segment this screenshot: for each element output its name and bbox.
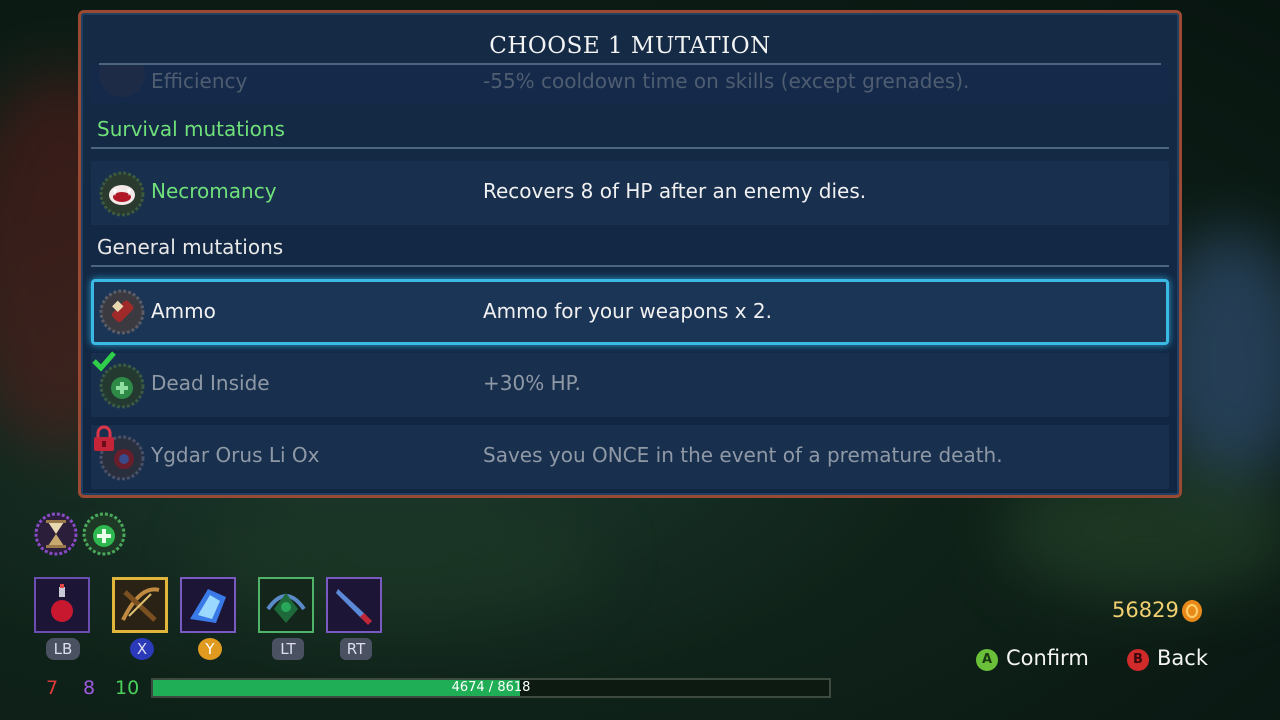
button-tag-x: X: [130, 638, 154, 660]
crossbow-icon: [121, 587, 160, 622]
stat-brutality: 7: [46, 677, 59, 699]
lock-icon: [91, 425, 117, 453]
confirm-prompt[interactable]: A Confirm: [976, 646, 1089, 671]
confirm-label: Confirm: [1006, 646, 1089, 670]
gold-counter: 56829: [1112, 598, 1179, 622]
b-button-icon: B: [1127, 649, 1149, 671]
button-tag-lb: LB: [46, 638, 80, 660]
stat-tactics: 8: [83, 677, 96, 699]
hourglass-icon: [34, 512, 78, 556]
slot-tree-guardian[interactable]: [258, 577, 314, 633]
mutation-desc: +30% HP.: [483, 371, 581, 395]
slot-health-flask[interactable]: [34, 577, 90, 633]
mutation-panel: CHOOSE 1 MUTATION Efficiency -55% cooldo…: [78, 10, 1182, 498]
section-heading-general: General mutations: [97, 235, 284, 259]
slot-ice-shard[interactable]: [180, 577, 236, 633]
mutation-name: Necromancy: [151, 179, 277, 203]
slot-knife[interactable]: [326, 577, 382, 633]
section-heading-survival: Survival mutations: [97, 117, 285, 141]
panel-title: CHOOSE 1 MUTATION: [489, 33, 771, 59]
button-tag-lt: LT: [272, 638, 304, 660]
mutation-row-partial[interactable]: Efficiency -55% cooldown time on skills …: [91, 65, 1169, 103]
health-text: 4674 / 8618: [451, 680, 531, 695]
mutation-row-ammo[interactable]: Ammo Ammo for your weapons x 2.: [91, 279, 1169, 345]
mutation-row-ygdar-orus-li-ox[interactable]: Ygdar Orus Li Ox Saves you ONCE in the e…: [91, 425, 1169, 489]
efficiency-icon: [99, 65, 145, 97]
section-divider: [91, 265, 1169, 267]
mutation-name: Ammo: [151, 299, 216, 323]
ice-shard-icon: [190, 589, 226, 623]
mutation-name: Ygdar Orus Li Ox: [151, 443, 320, 467]
fanged-mouth-icon: [99, 171, 145, 217]
health-flask-icon: [51, 584, 73, 622]
mutation-desc: Recovers 8 of HP after an enemy dies.: [483, 179, 867, 203]
equipped-check-icon: [91, 349, 117, 373]
mutation-desc: Ammo for your weapons x 2.: [483, 299, 773, 323]
button-tag-y: Y: [198, 638, 222, 660]
mutation-desc: Saves you ONCE in the event of a prematu…: [483, 443, 1003, 467]
mutation-name: Efficiency: [151, 69, 248, 93]
ammo-icon: [99, 289, 145, 335]
knife-icon: [336, 589, 372, 625]
mutation-row-dead-inside[interactable]: Dead Inside +30% HP.: [91, 351, 1169, 417]
back-prompt[interactable]: B Back: [1127, 646, 1208, 671]
button-tag-rt: RT: [340, 638, 372, 660]
section-divider: [91, 147, 1169, 149]
mutation-name: Dead Inside: [151, 371, 270, 395]
gold-coin-icon: [1181, 599, 1203, 623]
slot-crossbow[interactable]: [112, 577, 168, 633]
back-label: Back: [1157, 646, 1208, 670]
tree-guardian-icon: [266, 593, 306, 623]
mutation-desc: -55% cooldown time on skills (except gre…: [483, 69, 970, 93]
stat-survival: 10: [115, 677, 140, 699]
green-heart-plus-icon: [82, 512, 126, 556]
a-button-icon: A: [976, 649, 998, 671]
health-bar: 4674 / 8618: [151, 678, 831, 698]
mutation-row-necromancy[interactable]: Necromancy Recovers 8 of HP after an ene…: [91, 161, 1169, 225]
